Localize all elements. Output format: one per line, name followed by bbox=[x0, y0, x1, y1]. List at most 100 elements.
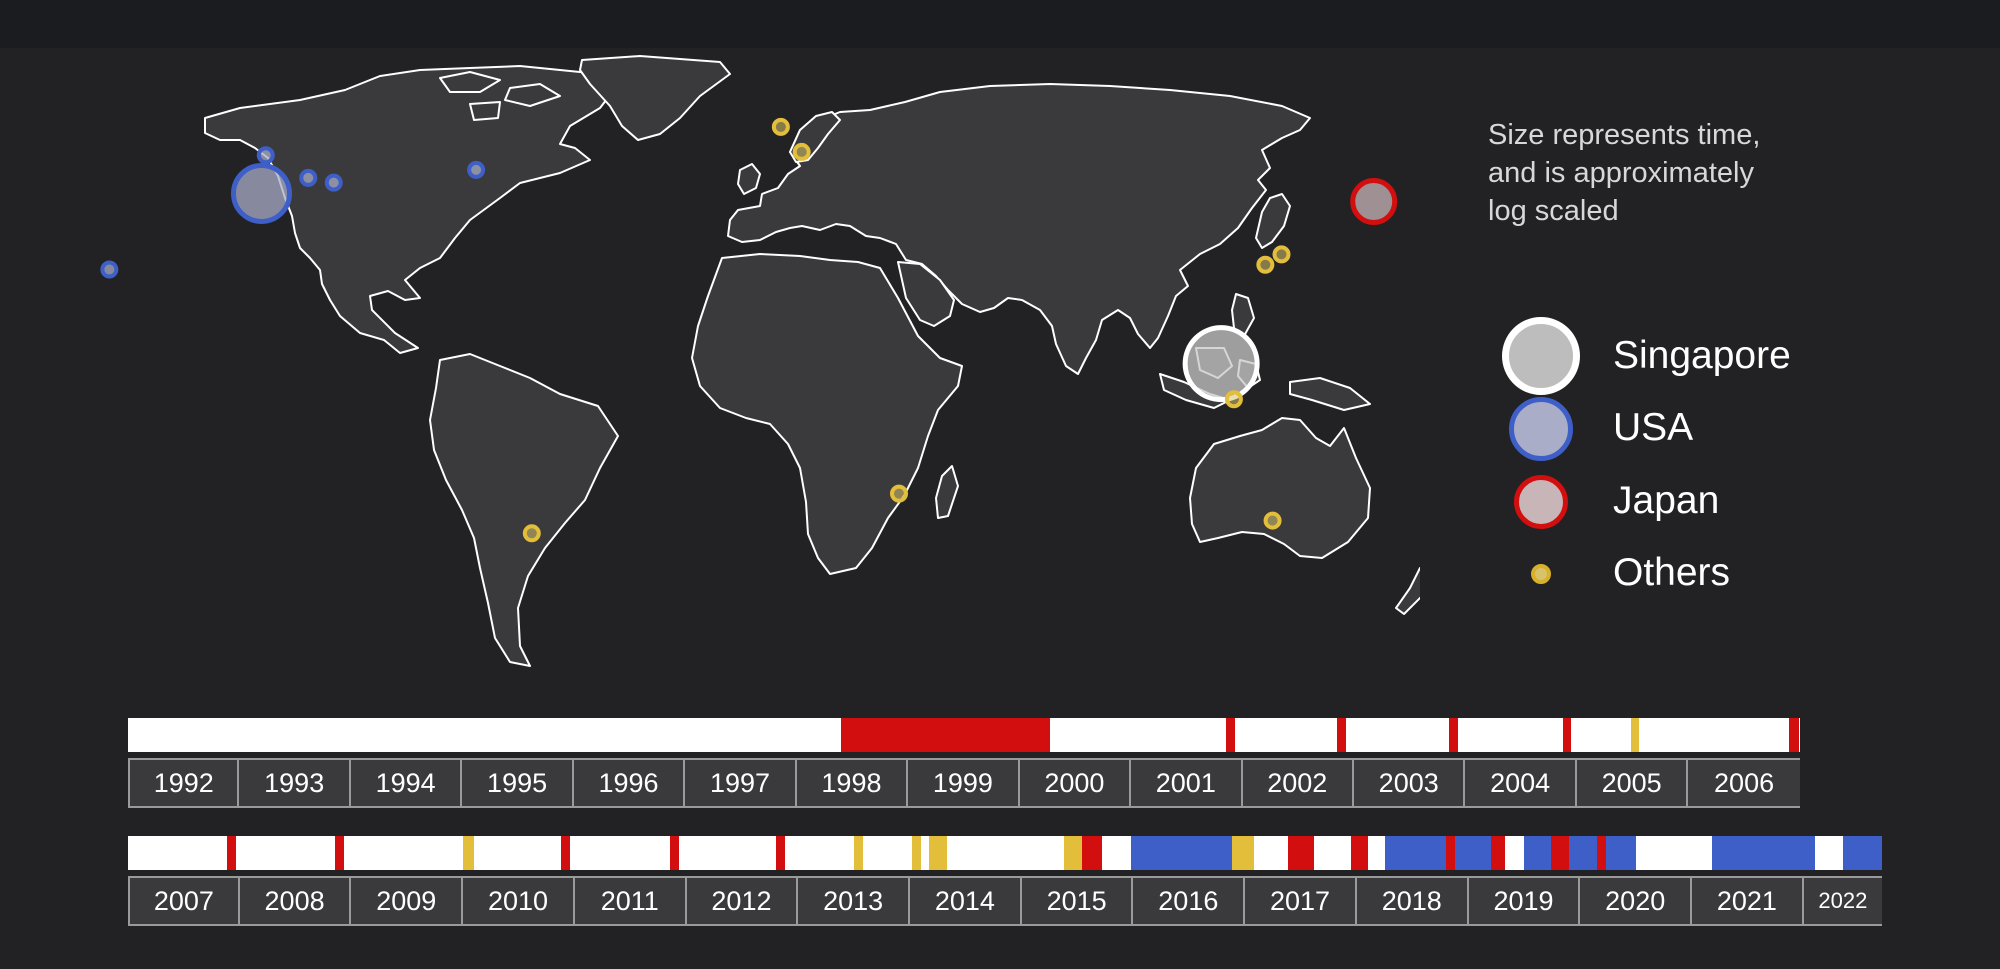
japan bbox=[1255, 193, 1291, 249]
timeline-segment-others bbox=[1630, 718, 1640, 752]
year-axis: 2007 2008 2009 2010 2011 2012 2013 2014 2015 2016… bbox=[128, 876, 1882, 926]
location-marker-usa bbox=[256, 146, 275, 165]
timeline-segment-japan bbox=[1082, 836, 1103, 870]
location-marker-usa bbox=[100, 260, 119, 279]
location-marker-others bbox=[1224, 390, 1243, 409]
timeline-segment-japan bbox=[1225, 718, 1235, 752]
timeline-segment-japan bbox=[1337, 718, 1347, 752]
madagascar bbox=[935, 465, 959, 519]
timeline-segment-others bbox=[1231, 836, 1255, 870]
size-annotation: Size represents time, and is approximate… bbox=[1488, 116, 1818, 230]
year-label: 2019 bbox=[1468, 878, 1581, 924]
legend-item-usa: USA bbox=[1500, 392, 1880, 464]
timeline-segment-japan bbox=[1551, 836, 1570, 870]
timeline-bar bbox=[128, 836, 1882, 870]
timeline-1992-2006: 1992 1993 1994 1995 1996 1997 1998 1999 2000 2001… bbox=[128, 718, 1800, 808]
britain bbox=[737, 163, 761, 195]
location-marker-others bbox=[890, 484, 908, 503]
year-label: 1999 bbox=[908, 760, 1020, 806]
timeline-segment-japan bbox=[561, 836, 571, 870]
year-label: 2006 bbox=[1688, 760, 1800, 806]
top-bar bbox=[0, 0, 2000, 48]
timeline-segment-japan bbox=[669, 836, 679, 870]
timeline-segment-usa bbox=[1606, 836, 1637, 870]
year-label: 2022 bbox=[1803, 878, 1882, 924]
timeline-segment-usa bbox=[1712, 836, 1815, 870]
timeline-segment-usa bbox=[1455, 836, 1491, 870]
timeline-segment-usa bbox=[1384, 836, 1447, 870]
location-marker-others bbox=[771, 117, 790, 136]
year-label: 2008 bbox=[239, 878, 352, 924]
usa-swatch-icon bbox=[1509, 397, 1573, 461]
year-label: 2012 bbox=[686, 878, 799, 924]
timeline-segment-japan bbox=[1562, 718, 1572, 752]
year-label: 1998 bbox=[796, 760, 909, 806]
location-marker-singapore bbox=[1182, 325, 1260, 403]
timeline-segment-usa bbox=[1842, 836, 1882, 870]
japan-swatch-icon bbox=[1514, 475, 1568, 529]
year-label: 2010 bbox=[463, 878, 575, 924]
timeline-segment-japan bbox=[1287, 836, 1315, 870]
year-label: 2017 bbox=[1245, 878, 1357, 924]
location-marker-usa bbox=[324, 173, 343, 192]
year-label: 2005 bbox=[1576, 760, 1689, 806]
location-marker-others bbox=[1272, 245, 1291, 264]
timeline-segment-usa bbox=[1524, 836, 1552, 870]
location-marker-usa bbox=[299, 168, 318, 187]
legend-label: Singapore bbox=[1613, 334, 1791, 377]
year-label: 2021 bbox=[1692, 878, 1804, 924]
year-label: 2001 bbox=[1131, 760, 1243, 806]
singapore-swatch-icon bbox=[1502, 317, 1580, 395]
location-marker-japan bbox=[1350, 177, 1398, 225]
year-label: 2013 bbox=[798, 878, 911, 924]
year-label: 2020 bbox=[1580, 878, 1693, 924]
year-label: 1992 bbox=[130, 760, 240, 806]
timeline-segment-japan bbox=[1448, 718, 1458, 752]
timeline-bar bbox=[128, 718, 1800, 752]
south-america bbox=[429, 353, 619, 667]
year-label: 2015 bbox=[1021, 878, 1134, 924]
annotation-line: log scaled bbox=[1488, 195, 1619, 227]
location-marker-others bbox=[1256, 255, 1275, 274]
timeline-segment-japan bbox=[1788, 718, 1799, 752]
timeline-segment-others bbox=[463, 836, 475, 870]
year-label: 2016 bbox=[1133, 878, 1246, 924]
legend-label: Japan bbox=[1613, 479, 1720, 522]
timeline-segment-others bbox=[929, 836, 947, 870]
location-marker-usa bbox=[231, 162, 292, 224]
location-marker-others bbox=[792, 142, 811, 161]
new-zealand bbox=[1395, 567, 1420, 615]
year-label: 1995 bbox=[462, 760, 574, 806]
new-guinea bbox=[1289, 377, 1371, 411]
legend-label: Others bbox=[1613, 551, 1731, 594]
year-label: 1996 bbox=[573, 760, 686, 806]
legend-item-singapore: Singapore bbox=[1500, 317, 1880, 395]
year-label: 2018 bbox=[1356, 878, 1469, 924]
others-swatch-icon bbox=[1531, 564, 1551, 584]
timeline-segment-usa bbox=[1131, 836, 1232, 870]
year-label: 2014 bbox=[910, 878, 1022, 924]
year-label: 2009 bbox=[351, 878, 464, 924]
year-label: 2003 bbox=[1353, 760, 1466, 806]
timeline-segment-japan bbox=[1597, 836, 1607, 870]
greenland bbox=[579, 55, 731, 141]
timeline-segment-japan bbox=[1490, 836, 1506, 870]
year-label: 1993 bbox=[239, 760, 351, 806]
timeline-segment-others bbox=[912, 836, 922, 870]
year-label: 1994 bbox=[350, 760, 463, 806]
timeline-segment-japan bbox=[334, 836, 344, 870]
year-label: 2002 bbox=[1242, 760, 1354, 806]
location-marker-usa bbox=[467, 160, 486, 179]
year-label: 2000 bbox=[1019, 760, 1132, 806]
timeline-segment-japan bbox=[775, 836, 785, 870]
legend-item-others: Others bbox=[1500, 537, 1880, 609]
world-map bbox=[100, 55, 1420, 667]
timeline-segment-others bbox=[1064, 836, 1083, 870]
annotation-line: and is approximately bbox=[1488, 157, 1754, 189]
timeline-segment-usa bbox=[1569, 836, 1598, 870]
timeline-2007-2022: 2007 2008 2009 2010 2011 2012 2013 2014 2015 2016… bbox=[128, 836, 1882, 926]
timeline-segment-japan bbox=[1351, 836, 1369, 870]
timeline-segment-others bbox=[854, 836, 864, 870]
year-label: 1997 bbox=[685, 760, 797, 806]
annotation-line: Size represents time, bbox=[1488, 119, 1761, 151]
